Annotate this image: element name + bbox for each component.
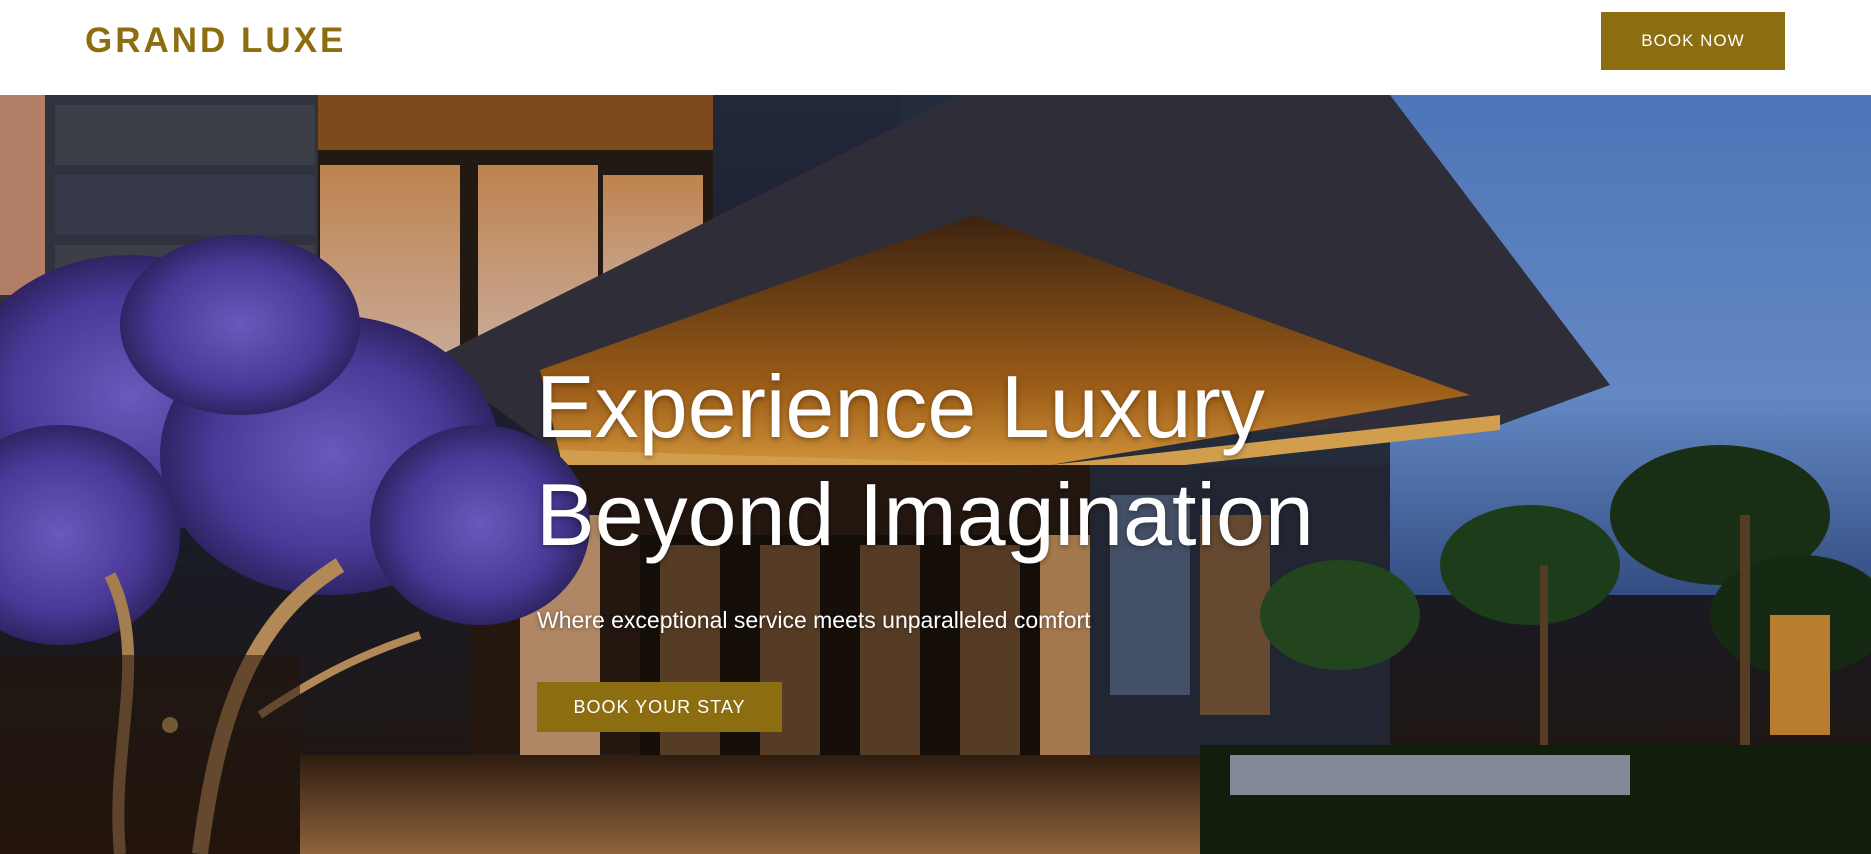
book-your-stay-button[interactable]: BOOK YOUR STAY [537, 682, 782, 732]
brand-logo[interactable]: GRAND LUXE [85, 20, 346, 62]
hero-section: Experience Luxury Beyond Imagination Whe… [0, 95, 1871, 854]
hero-title-line-2: Beyond Imagination [536, 465, 1314, 564]
hero-subtitle: Where exceptional service meets unparall… [537, 607, 1091, 633]
hero-title: Experience Luxury Beyond Imagination [536, 353, 1436, 569]
hero-title-line-1: Experience Luxury [536, 357, 1265, 456]
book-now-button[interactable]: BOOK NOW [1601, 12, 1785, 70]
landing-page: GRAND LUXE BOOK NOW Experience Luxury Be… [0, 0, 1871, 854]
site-header: GRAND LUXE BOOK NOW [0, 0, 1871, 95]
